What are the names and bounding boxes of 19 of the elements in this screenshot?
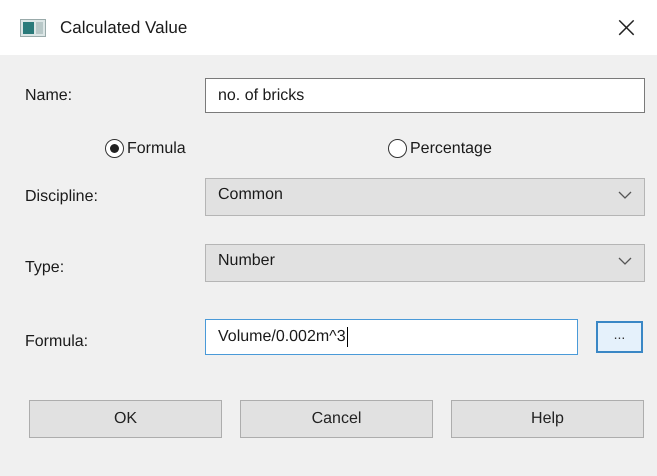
dialog-button[interactable]: OK	[29, 400, 222, 438]
field-label: Type:	[25, 258, 66, 277]
radio-button[interactable]	[388, 139, 407, 158]
window-title: Calculated Value	[60, 18, 188, 38]
field-label: Name:	[25, 86, 74, 104]
radio-label: Formula	[127, 140, 186, 158]
radio-button[interactable]	[105, 139, 124, 158]
radio-label: Percentage	[410, 140, 492, 158]
app-icon	[20, 18, 46, 36]
field-label: Discipline:	[25, 188, 99, 206]
type-dropdown[interactable]: Number	[205, 244, 645, 282]
dialog-button[interactable]: Help	[451, 400, 644, 438]
browse-button[interactable]: ...	[596, 321, 643, 353]
close-button[interactable]: ×	[610, 10, 643, 45]
discipline-dropdown[interactable]: Common	[205, 178, 645, 216]
field-label: Formula:	[25, 332, 90, 351]
name-field[interactable]: no. of bricks	[205, 78, 645, 113]
formula-field[interactable]: Volume/0.002m^3	[205, 319, 578, 355]
dialog-button[interactable]: Cancel	[240, 400, 433, 438]
